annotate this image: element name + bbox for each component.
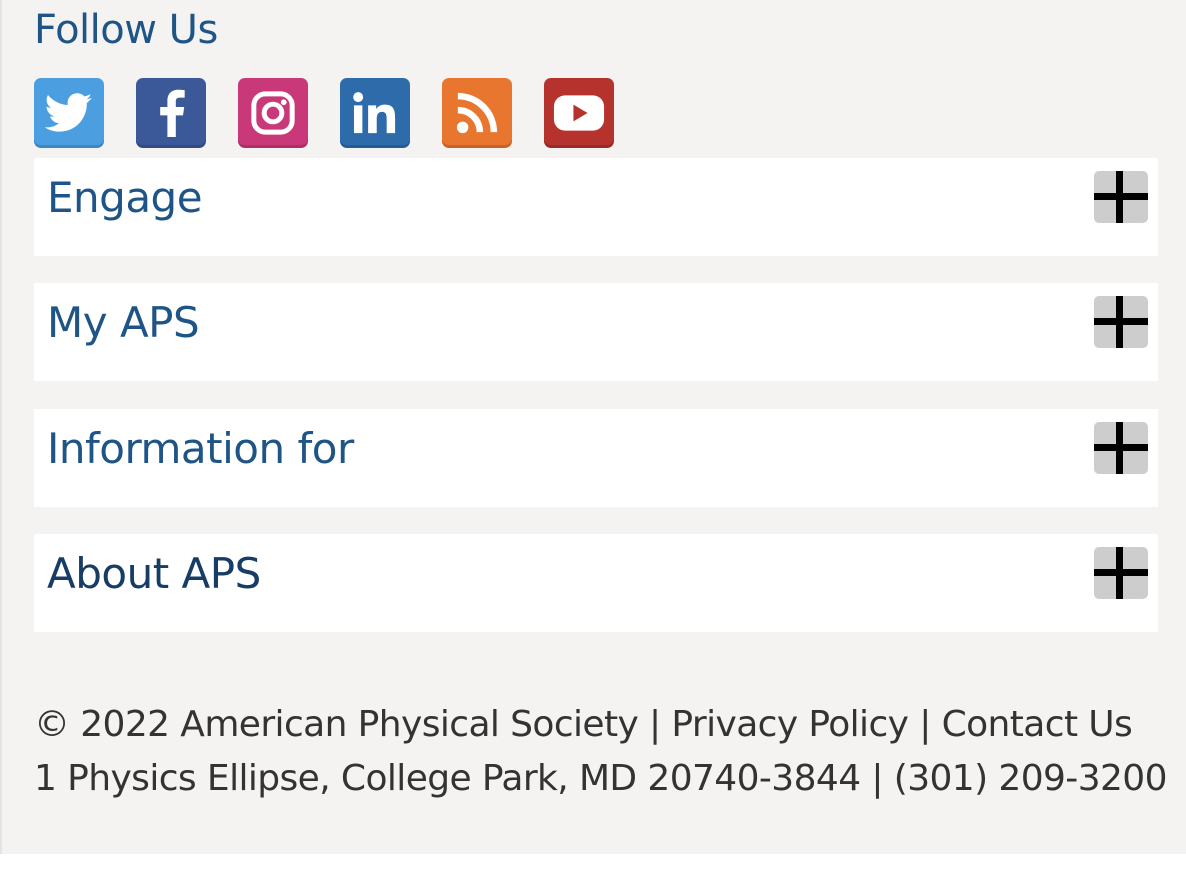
phone-number: (301) 209-3200 xyxy=(893,758,1168,799)
linkedin-icon[interactable] xyxy=(340,78,410,148)
panel-about-aps[interactable]: About APS xyxy=(34,534,1158,632)
twitter-icon[interactable] xyxy=(34,78,104,148)
contact-us-link[interactable]: Contact Us xyxy=(942,704,1133,745)
plus-icon[interactable] xyxy=(1094,547,1148,599)
separator: | xyxy=(919,704,931,745)
plus-icon[interactable] xyxy=(1094,171,1148,223)
legal-line-2: 1 Physics Ellipse, College Park, MD 2074… xyxy=(34,752,1168,806)
rss-icon[interactable] xyxy=(442,78,512,148)
panel-engage[interactable]: Engage xyxy=(34,158,1158,256)
separator: | xyxy=(649,704,661,745)
legal-line-1: © 2022 American Physical Society | Priva… xyxy=(34,698,1167,752)
facebook-icon[interactable] xyxy=(136,78,206,148)
instagram-icon[interactable] xyxy=(238,78,308,148)
panel-my-aps-label: My APS xyxy=(47,298,200,347)
legal-info: © 2022 American Physical Society | Priva… xyxy=(34,698,1168,806)
panel-information-for[interactable]: Information for xyxy=(34,409,1158,507)
plus-icon[interactable] xyxy=(1094,422,1148,474)
panel-information-for-label: Information for xyxy=(47,424,354,473)
panel-engage-label: Engage xyxy=(47,173,203,222)
youtube-icon[interactable] xyxy=(544,78,614,148)
plus-icon[interactable] xyxy=(1094,296,1148,348)
privacy-policy-link[interactable]: Privacy Policy xyxy=(671,704,909,745)
panel-my-aps[interactable]: My APS xyxy=(34,283,1158,381)
panel-about-aps-label: About APS xyxy=(47,549,261,598)
separator: | xyxy=(871,758,883,799)
copyright-text: © 2022 American Physical Society xyxy=(34,704,639,745)
site-footer: Follow Us Engage My APS Information for … xyxy=(0,0,1186,854)
social-links xyxy=(34,78,614,148)
follow-us-heading: Follow Us xyxy=(34,7,218,53)
address-text: 1 Physics Ellipse, College Park, MD 2074… xyxy=(34,758,861,799)
